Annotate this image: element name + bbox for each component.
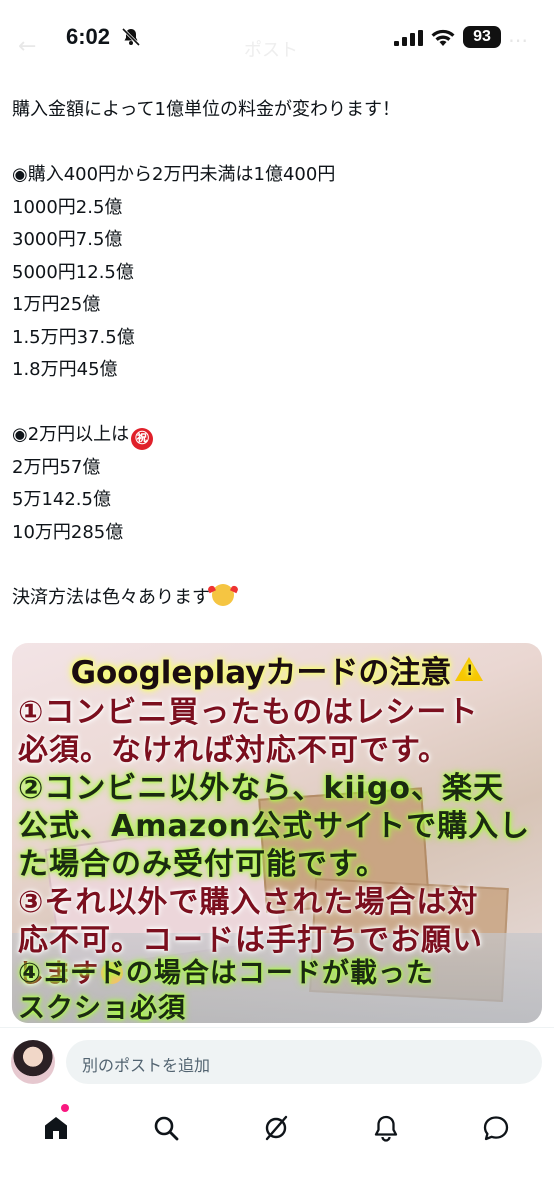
post-line: 5000円12.5億 bbox=[12, 261, 134, 283]
smiling-hearts-emoji-icon bbox=[212, 583, 234, 606]
post-line-text: ◉2万円以上は bbox=[12, 424, 130, 445]
battery-indicator: 93 bbox=[463, 26, 501, 48]
notification-dot bbox=[61, 1104, 69, 1112]
post-line: 1.5万円37.5億 bbox=[12, 326, 135, 348]
post-line: ◉購入400円から2万円未満は1億400円 bbox=[12, 164, 336, 185]
wifi-icon bbox=[431, 29, 455, 46]
post-line: 決済方法は色々あります bbox=[12, 582, 542, 615]
bell-muted-icon bbox=[121, 27, 141, 47]
add-post-placeholder: 別のポストを追加 bbox=[82, 1056, 211, 1075]
status-bar: ← 6:02 ポスト 93 ⋯ bbox=[0, 0, 554, 80]
post-line: 3000円7.5億 bbox=[12, 229, 123, 250]
back-arrow-icon[interactable]: ← bbox=[18, 34, 36, 59]
otoku-emoji-icon: ㊗ bbox=[131, 428, 154, 450]
tab-search[interactable] bbox=[146, 1108, 186, 1148]
tab-grok[interactable] bbox=[256, 1108, 296, 1148]
post-line: 5万142.5億 bbox=[12, 489, 111, 510]
page-title: ポスト bbox=[244, 40, 298, 61]
grok-icon bbox=[265, 1115, 288, 1141]
warning-icon: ! bbox=[455, 657, 484, 681]
cellular-signal-icon bbox=[394, 30, 423, 46]
avatar[interactable] bbox=[11, 1040, 55, 1084]
divider bbox=[0, 1027, 554, 1028]
post-line-text: 決済方法は色々あります bbox=[12, 586, 210, 608]
image-title: Googleplayカードの注意! bbox=[12, 647, 542, 692]
tab-notifications[interactable] bbox=[366, 1108, 406, 1148]
post-line: 10万円285億 bbox=[12, 521, 124, 543]
search-icon bbox=[154, 1116, 179, 1141]
image-title-text: Googleplayカードの注意 bbox=[70, 655, 452, 691]
bowing-person-emoji-icon bbox=[101, 962, 124, 984]
home-icon bbox=[45, 1117, 67, 1139]
post-body: 購入金額によって1億単位の料金が変わります！ ◉購入400円から2万円未満は1億… bbox=[12, 94, 542, 614]
post-line: 1000円2.5億 bbox=[12, 196, 123, 218]
message-bubble-icon bbox=[483, 1116, 509, 1141]
status-time: 6:02 bbox=[66, 24, 111, 49]
bottom-tab-bar bbox=[0, 1100, 554, 1200]
attached-image[interactable]: Googleplayカードの注意! ①コンビニ買ったものはレシート 必須。なけれ… bbox=[12, 643, 542, 1023]
image-text-line: します bbox=[18, 953, 124, 990]
more-options-icon[interactable]: ⋯ bbox=[508, 28, 528, 52]
bell-icon bbox=[374, 1115, 398, 1142]
post-line: 2万円57億 bbox=[12, 456, 101, 478]
post-line: 1万円25億 bbox=[12, 294, 101, 315]
post-line: 購入金額によって1億単位の料金が変わります！ bbox=[12, 99, 401, 120]
tab-home[interactable] bbox=[36, 1108, 76, 1148]
tab-messages[interactable] bbox=[476, 1108, 516, 1148]
image-text-line: します bbox=[18, 959, 100, 989]
post-line: ◉2万円以上は㊗ bbox=[12, 419, 542, 452]
add-post-input[interactable]: 別のポストを追加 bbox=[66, 1040, 542, 1084]
post-line: 1.8万円45億 bbox=[12, 359, 118, 380]
